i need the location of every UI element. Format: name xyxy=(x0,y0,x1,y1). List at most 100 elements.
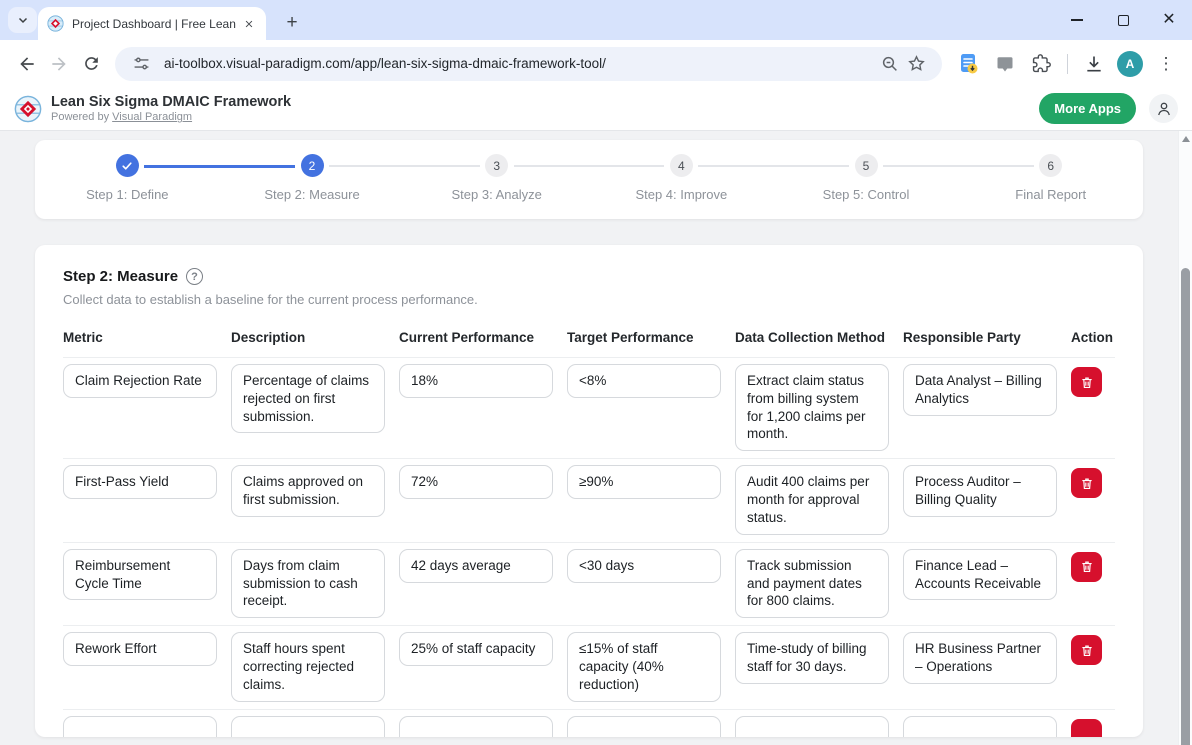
stepper-step-control[interactable]: 5 Step 5: Control xyxy=(774,154,959,219)
target-performance-input[interactable]: ≤15% of staff capacity (40% reduction) xyxy=(567,632,721,701)
bookmark-star-icon[interactable] xyxy=(903,51,929,77)
table-row: Reimbursement Cycle Time Days from claim… xyxy=(63,543,1115,626)
metric-input[interactable]: Rework Effort xyxy=(63,632,217,666)
metric-input[interactable]: Reimbursement Cycle Time xyxy=(63,549,217,601)
zoom-out-icon[interactable] xyxy=(877,51,903,77)
address-bar[interactable]: ai-toolbox.visual-paradigm.com/app/lean-… xyxy=(115,47,942,81)
step-label: Step 2: Measure xyxy=(264,187,359,202)
reload-icon xyxy=(82,54,101,73)
browser-menu-icon[interactable]: ⋮ xyxy=(1151,49,1181,79)
data-collection-method-input[interactable]: Track submission and payment dates for 8… xyxy=(735,549,889,618)
current-performance-input[interactable]: 72% xyxy=(399,465,553,499)
current-performance-input[interactable]: 25% of staff capacity xyxy=(399,632,553,666)
metric-input[interactable] xyxy=(63,716,217,737)
powered-by: Powered by Visual Paradigm xyxy=(51,111,291,123)
browser-tab[interactable]: Project Dashboard | Free Lean S xyxy=(38,7,266,40)
tab-title: Project Dashboard | Free Lean S xyxy=(72,17,240,31)
tab-search-button[interactable] xyxy=(8,7,37,33)
stepper-step-measure[interactable]: 2 Step 2: Measure xyxy=(220,154,405,219)
step-label: Final Report xyxy=(1015,187,1086,202)
close-icon: ✕ xyxy=(1162,12,1175,28)
stepper-step-define[interactable]: Step 1: Define xyxy=(35,154,220,219)
window-controls: ✕ xyxy=(1054,0,1192,40)
more-apps-button[interactable]: More Apps xyxy=(1039,93,1136,124)
delete-row-button[interactable] xyxy=(1071,552,1102,582)
stepper-connector xyxy=(589,165,664,167)
responsible-party-input[interactable] xyxy=(903,716,1057,737)
new-tab-button[interactable]: + xyxy=(278,9,306,37)
url-text[interactable]: ai-toolbox.visual-paradigm.com/app/lean-… xyxy=(164,56,877,71)
browser-titlebar: Project Dashboard | Free Lean S + ✕ xyxy=(0,0,1192,40)
user-profile-button[interactable] xyxy=(1149,94,1178,123)
minimize-button[interactable] xyxy=(1054,0,1100,40)
column-header-method: Data Collection Method xyxy=(735,330,889,345)
data-collection-method-input[interactable] xyxy=(735,716,889,737)
table-row xyxy=(63,710,1115,737)
current-performance-input[interactable]: 18% xyxy=(399,364,553,398)
delete-row-button[interactable] xyxy=(1071,367,1102,397)
responsible-party-input[interactable]: HR Business Partner – Operations xyxy=(903,632,1057,684)
column-header-current: Current Performance xyxy=(399,330,553,345)
minimize-icon xyxy=(1071,19,1083,21)
doc-extension-icon[interactable] xyxy=(954,49,984,79)
chat-bubble-icon[interactable] xyxy=(990,49,1020,79)
data-collection-method-input[interactable]: Extract claim status from billing system… xyxy=(735,364,889,451)
target-performance-input[interactable]: ≥90% xyxy=(567,465,721,499)
table-row: Claim Rejection Rate Percentage of claim… xyxy=(63,358,1115,459)
scrollbar[interactable] xyxy=(1178,131,1192,745)
section-subtitle: Collect data to establish a baseline for… xyxy=(63,292,1115,307)
stepper-connector xyxy=(404,165,479,167)
stepper-step-final-report[interactable]: 6 Final Report xyxy=(958,154,1143,219)
description-input[interactable] xyxy=(231,716,385,737)
app-logo-icon xyxy=(14,95,42,123)
profile-avatar[interactable]: A xyxy=(1115,49,1145,79)
stepper-connector xyxy=(514,165,589,167)
responsible-party-input[interactable]: Data Analyst – Billing Analytics xyxy=(903,364,1057,416)
site-info-icon[interactable] xyxy=(128,51,154,77)
current-performance-input[interactable] xyxy=(399,716,553,737)
back-button[interactable] xyxy=(11,48,43,80)
data-collection-method-input[interactable]: Audit 400 claims per month for approval … xyxy=(735,465,889,534)
scrollbar-up-arrow-icon[interactable] xyxy=(1182,136,1190,142)
forward-icon xyxy=(49,54,69,74)
close-button[interactable]: ✕ xyxy=(1146,0,1192,40)
stepper-step-improve[interactable]: 4 Step 4: Improve xyxy=(589,154,774,219)
column-header-target: Target Performance xyxy=(567,330,721,345)
stepper-step-analyze[interactable]: 3 Step 3: Analyze xyxy=(404,154,589,219)
forward-button[interactable] xyxy=(43,48,75,80)
description-input[interactable]: Percentage of claims rejected on first s… xyxy=(231,364,385,433)
avatar-letter: A xyxy=(1117,51,1143,77)
data-collection-method-input[interactable]: Time-study of billing staff for 30 days. xyxy=(735,632,889,684)
target-performance-input[interactable] xyxy=(567,716,721,737)
extensions-puzzle-icon[interactable] xyxy=(1026,49,1056,79)
tab-close-icon[interactable] xyxy=(240,15,257,32)
current-performance-input[interactable]: 42 days average xyxy=(399,549,553,583)
description-input[interactable]: Staff hours spent correcting rejected cl… xyxy=(231,632,385,701)
step-label: Step 5: Control xyxy=(823,187,910,202)
scrollbar-thumb[interactable] xyxy=(1181,268,1190,745)
delete-row-button[interactable] xyxy=(1071,719,1102,737)
metric-input[interactable]: Claim Rejection Rate xyxy=(63,364,217,398)
column-header-action: Action xyxy=(1071,330,1115,345)
delete-row-button[interactable] xyxy=(1071,468,1102,498)
app-titles: Lean Six Sigma DMAIC Framework Powered b… xyxy=(51,94,291,123)
step-circle: 4 xyxy=(670,154,693,177)
responsible-party-input[interactable]: Process Auditor – Billing Quality xyxy=(903,465,1057,517)
target-performance-input[interactable]: <8% xyxy=(567,364,721,398)
stepper-connector xyxy=(774,165,849,167)
maximize-button[interactable] xyxy=(1100,0,1146,40)
downloads-icon[interactable] xyxy=(1079,49,1109,79)
target-performance-input[interactable]: <30 days xyxy=(567,549,721,583)
help-icon[interactable]: ? xyxy=(186,268,203,285)
responsible-party-input[interactable]: Finance Lead – Accounts Receivable xyxy=(903,549,1057,601)
description-input[interactable]: Claims approved on first submission. xyxy=(231,465,385,517)
metric-input[interactable]: First-Pass Yield xyxy=(63,465,217,499)
description-input[interactable]: Days from claim submission to cash recei… xyxy=(231,549,385,618)
chevron-down-icon xyxy=(17,14,29,26)
step-circle-active: 2 xyxy=(301,154,324,177)
column-header-metric: Metric xyxy=(63,330,217,345)
visual-paradigm-link[interactable]: Visual Paradigm xyxy=(112,111,192,123)
reload-button[interactable] xyxy=(75,48,107,80)
trash-icon xyxy=(1080,643,1094,658)
delete-row-button[interactable] xyxy=(1071,635,1102,665)
